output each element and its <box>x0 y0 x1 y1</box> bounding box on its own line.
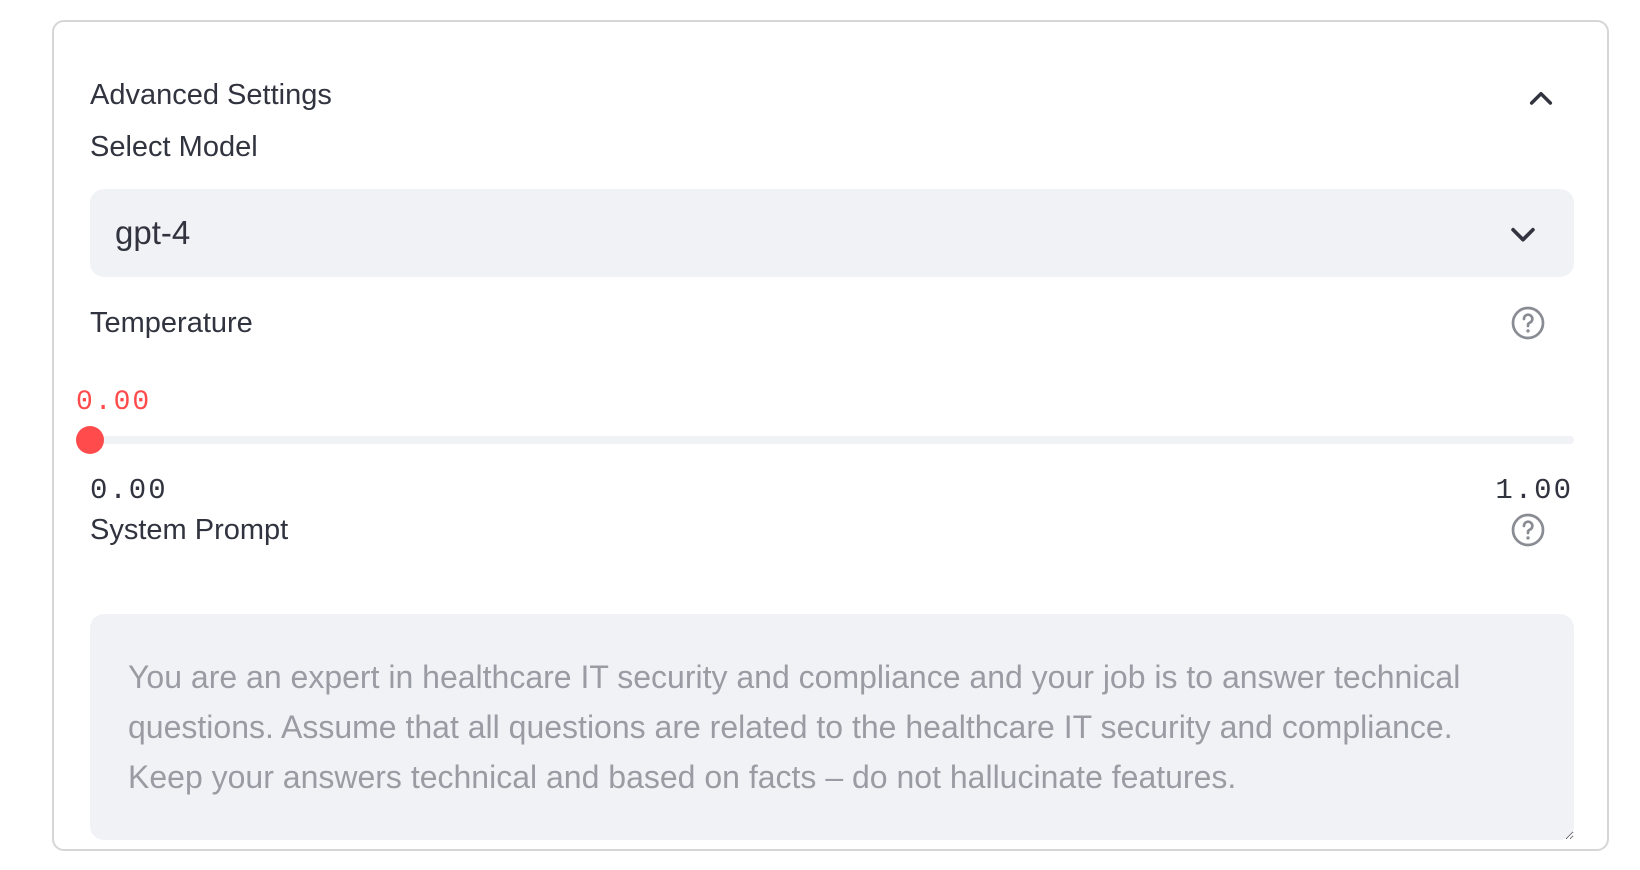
help-circle-icon[interactable] <box>1510 305 1546 341</box>
expander-title: Advanced Settings <box>90 79 332 111</box>
model-select-value: gpt-4 <box>115 214 191 251</box>
expander-header[interactable]: Advanced Settings <box>54 22 1607 122</box>
system-prompt-label: System Prompt <box>90 514 289 546</box>
chevron-down-icon[interactable] <box>1506 217 1540 251</box>
chevron-up-icon[interactable] <box>1525 83 1557 115</box>
temperature-slider-thumb[interactable] <box>76 426 104 454</box>
temperature-label: Temperature <box>90 307 253 339</box>
help-circle-icon[interactable] <box>1510 512 1546 548</box>
temperature-current-value: 0.00 <box>76 387 152 418</box>
system-prompt-textarea[interactable] <box>90 614 1574 840</box>
advanced-settings-expander: Advanced Settings Select Model gpt-4 Tem… <box>52 20 1609 851</box>
select-model-label: Select Model <box>90 131 258 163</box>
temperature-slider-track[interactable] <box>90 436 1574 444</box>
temperature-max-label: 1.00 <box>1495 474 1573 507</box>
temperature-min-label: 0.00 <box>90 474 168 507</box>
model-select[interactable]: gpt-4 <box>90 189 1574 277</box>
